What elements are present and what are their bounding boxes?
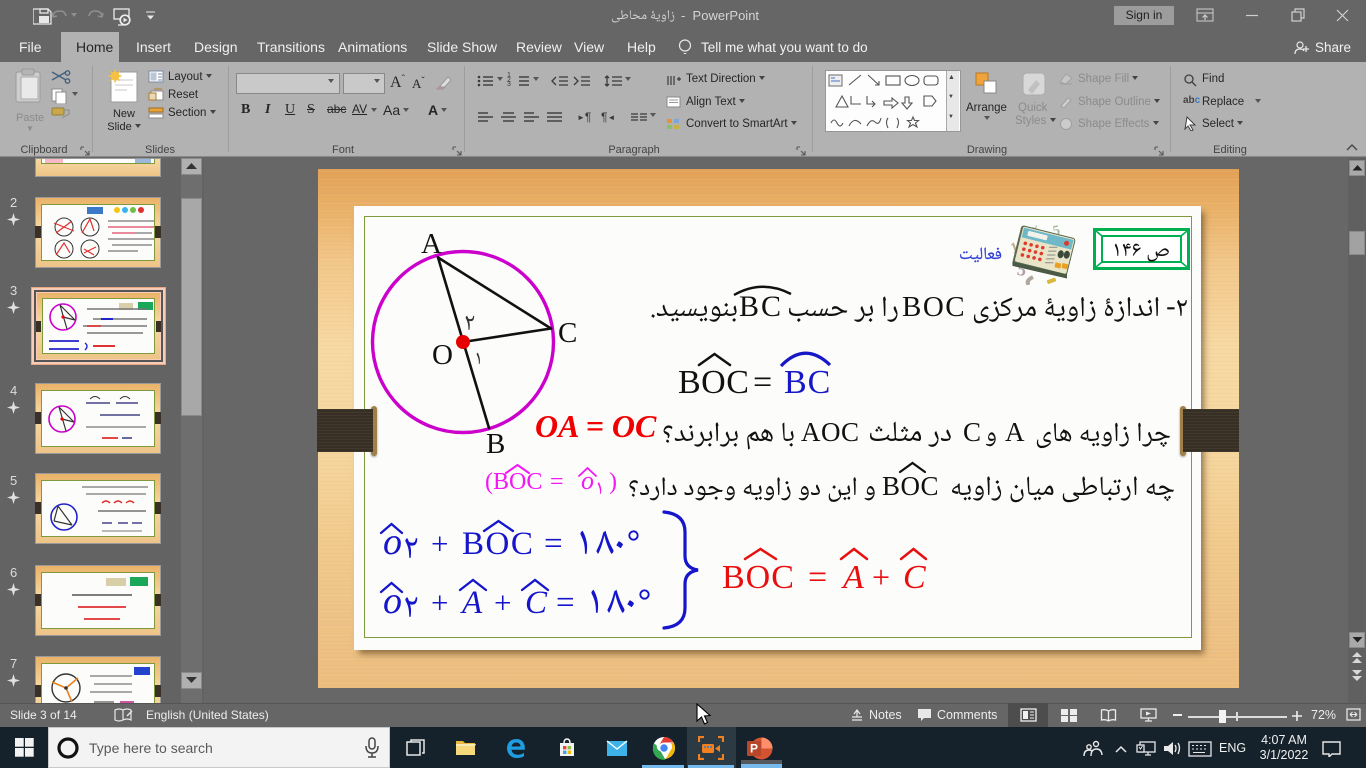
svg-text:BOC: BOC bbox=[722, 559, 795, 596]
svg-text:B: B bbox=[486, 428, 505, 460]
svg-text:+: + bbox=[431, 526, 448, 561]
svg-text:AOC: AOC bbox=[801, 417, 860, 447]
svg-text:BOC: BOC bbox=[462, 526, 534, 562]
svg-text:=: = bbox=[544, 526, 563, 562]
svg-text:BC: BC bbox=[784, 364, 831, 401]
svg-text:C: C bbox=[963, 417, 981, 447]
svg-text:=: = bbox=[556, 585, 575, 621]
svg-text:+: + bbox=[872, 559, 890, 595]
svg-text:(BOC: (BOC bbox=[485, 469, 542, 495]
svg-text:BOC: BOC bbox=[882, 471, 939, 501]
svg-text:A: A bbox=[1005, 417, 1025, 447]
svg-text:o: o bbox=[383, 580, 402, 622]
svg-text:P: P bbox=[750, 742, 758, 756]
svg-text:+: + bbox=[431, 585, 448, 620]
svg-text:C: C bbox=[525, 585, 548, 621]
svg-text:o: o bbox=[383, 521, 402, 563]
svg-text:O: O bbox=[432, 339, 453, 371]
svg-text:+: + bbox=[494, 585, 511, 620]
svg-text:C: C bbox=[558, 317, 577, 349]
svg-text:A: A bbox=[421, 228, 442, 260]
svg-text:BOC: BOC bbox=[678, 364, 749, 401]
svg-text:A: A bbox=[460, 585, 483, 621]
svg-text:): ) bbox=[609, 469, 617, 495]
svg-text:=: = bbox=[550, 469, 564, 495]
svg-text:o: o bbox=[581, 466, 594, 495]
svg-text:=: = bbox=[808, 559, 827, 596]
svg-text:C: C bbox=[903, 559, 926, 596]
svg-text:A: A bbox=[841, 559, 864, 596]
svg-text:=: = bbox=[753, 364, 772, 401]
svg-text:OA = OC: OA = OC bbox=[535, 408, 657, 444]
svg-text:BC: BC bbox=[739, 290, 783, 323]
svg-text:BOC: BOC bbox=[902, 291, 966, 323]
